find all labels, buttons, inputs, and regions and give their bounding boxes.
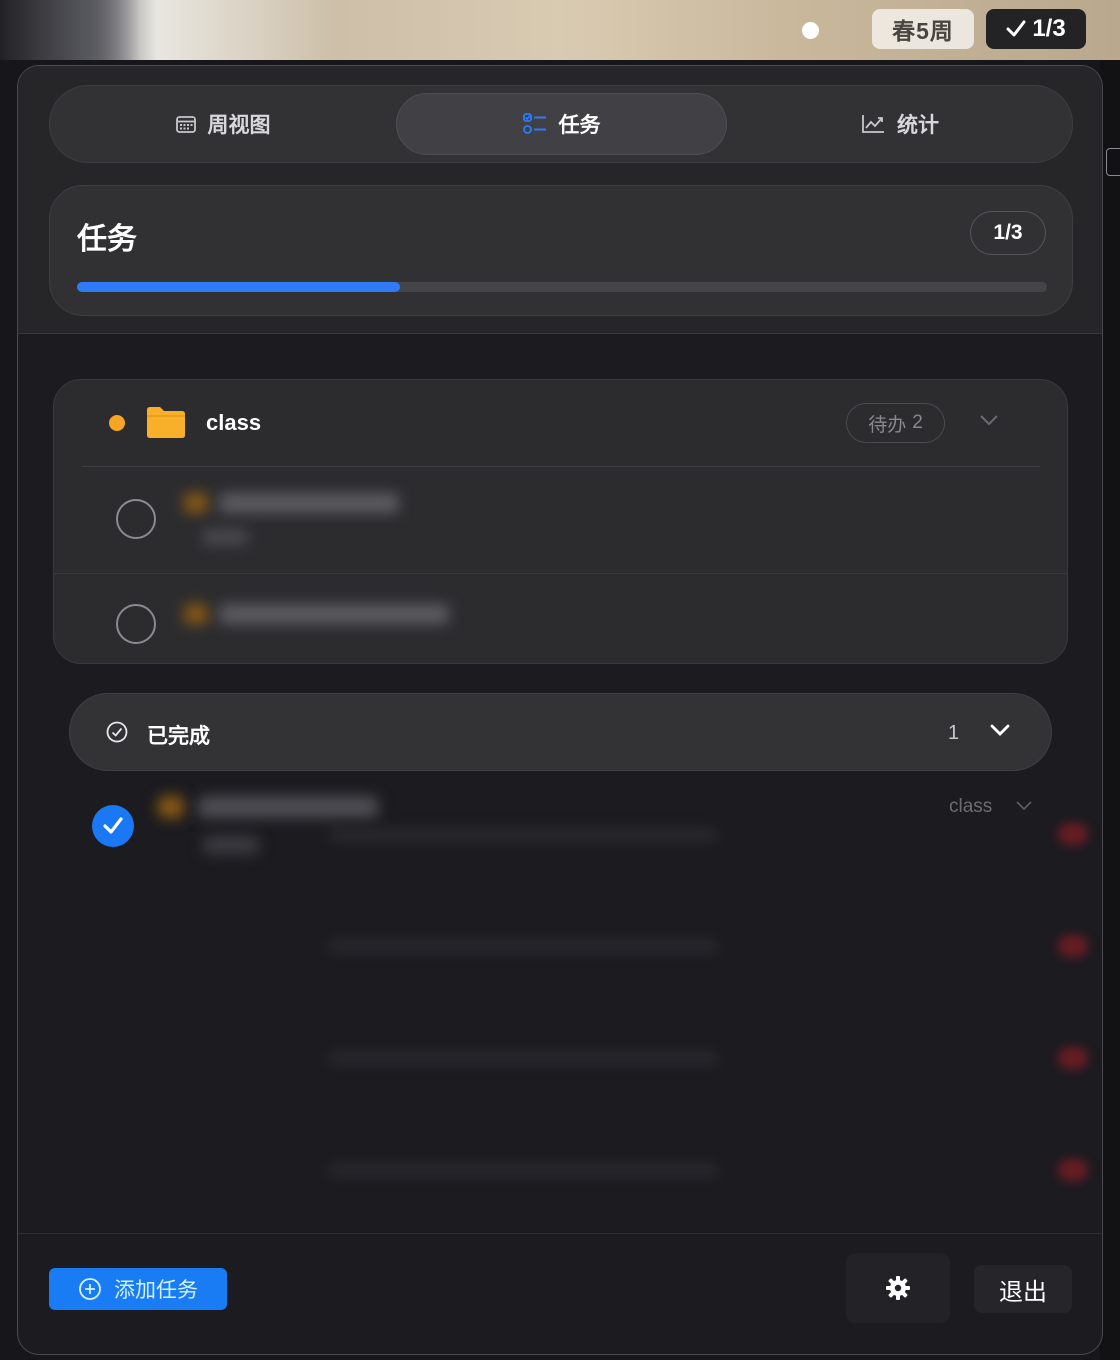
completed-task-title-redacted (198, 796, 378, 818)
check-circle-icon (106, 721, 128, 748)
task-title-redacted (219, 604, 449, 624)
background-window-marker (1058, 1047, 1088, 1069)
calendar-icon (175, 115, 196, 133)
desktop-background (1100, 60, 1120, 1360)
group-color-dot (109, 415, 125, 431)
pending-label: 待办 (868, 414, 907, 436)
chevron-down-icon[interactable] (1015, 798, 1033, 816)
folder-icon (145, 405, 187, 444)
chart-icon (861, 114, 885, 134)
progress-bar-fill (77, 282, 400, 292)
tab-label: 周视图 (207, 114, 271, 137)
menubar-progress-button[interactable]: 1/3 (986, 9, 1086, 49)
add-task-button[interactable]: 添加任务 (49, 1268, 227, 1310)
checkmark-icon (103, 817, 123, 834)
pending-badge: 待办 2 (846, 403, 945, 443)
menubar: 春5周 1/3 (0, 0, 1120, 60)
background-window-marker (1058, 935, 1088, 957)
background-window-row (328, 828, 718, 842)
status-dot[interactable] (802, 22, 819, 39)
task-icon (158, 796, 184, 818)
background-window-row (328, 939, 718, 953)
tab-label: 任务 (558, 114, 601, 137)
wallpaper (0, 0, 140, 60)
task-checkbox[interactable] (116, 499, 156, 539)
pending-count: 2 (912, 412, 923, 433)
menubar-progress-label: 1/3 (1032, 15, 1066, 42)
background-window-marker (1058, 823, 1088, 845)
task-group-card: class 待办 2 (53, 379, 1068, 664)
tab-week-view[interactable]: 周视图 (58, 93, 388, 155)
page-title: 任务 (77, 223, 137, 256)
completed-task-subtitle-redacted (203, 836, 259, 854)
completed-section-toggle[interactable]: 已完成 1 (69, 693, 1052, 771)
task-checkbox[interactable] (116, 604, 156, 644)
group-name: class (206, 410, 262, 435)
background-window-row (328, 1051, 718, 1065)
completed-task-checkbox[interactable] (92, 805, 134, 847)
progress-count-badge: 1/3 (970, 211, 1046, 255)
task-title-redacted (219, 493, 399, 513)
task-summary-card: 任务 1/3 (49, 185, 1073, 316)
completed-count: 1 (948, 722, 960, 744)
gear-icon (886, 1276, 910, 1300)
checkmark-icon (1006, 20, 1026, 37)
sidebar-toggle-icon[interactable] (1106, 148, 1120, 176)
add-task-label: 添加任务 (114, 1279, 198, 1302)
divider (18, 1233, 1102, 1234)
tab-tasks[interactable]: 任务 (396, 93, 727, 155)
task-row[interactable] (54, 467, 1067, 566)
completed-task-tag: class (949, 796, 993, 817)
task-icon (184, 604, 208, 624)
task-subtitle-redacted (202, 529, 248, 545)
background-window-marker (1058, 1159, 1088, 1181)
exit-button[interactable]: 退出 (974, 1265, 1072, 1313)
task-group-header[interactable]: class 待办 2 (54, 380, 1067, 466)
progress-bar (77, 282, 1047, 292)
tab-label: 统计 (897, 114, 939, 137)
background-window-row (328, 1163, 718, 1177)
completed-label: 已完成 (147, 725, 210, 748)
tab-statistics[interactable]: 统计 (735, 93, 1065, 155)
task-row[interactable] (54, 574, 1067, 663)
tab-bar: 周视图 任务 统计 (49, 85, 1073, 163)
task-icon (184, 493, 208, 513)
settings-button[interactable] (846, 1253, 950, 1323)
task-panel: 周视图 任务 统计 任务 1/3 class 待办 2 已完成 1 class … (17, 65, 1103, 1355)
chevron-down-icon[interactable] (979, 413, 999, 431)
chevron-down-icon (990, 724, 1010, 742)
plus-circle-icon (79, 1278, 101, 1300)
week-indicator[interactable]: 春5周 (872, 9, 974, 49)
task-list-icon (522, 113, 547, 135)
